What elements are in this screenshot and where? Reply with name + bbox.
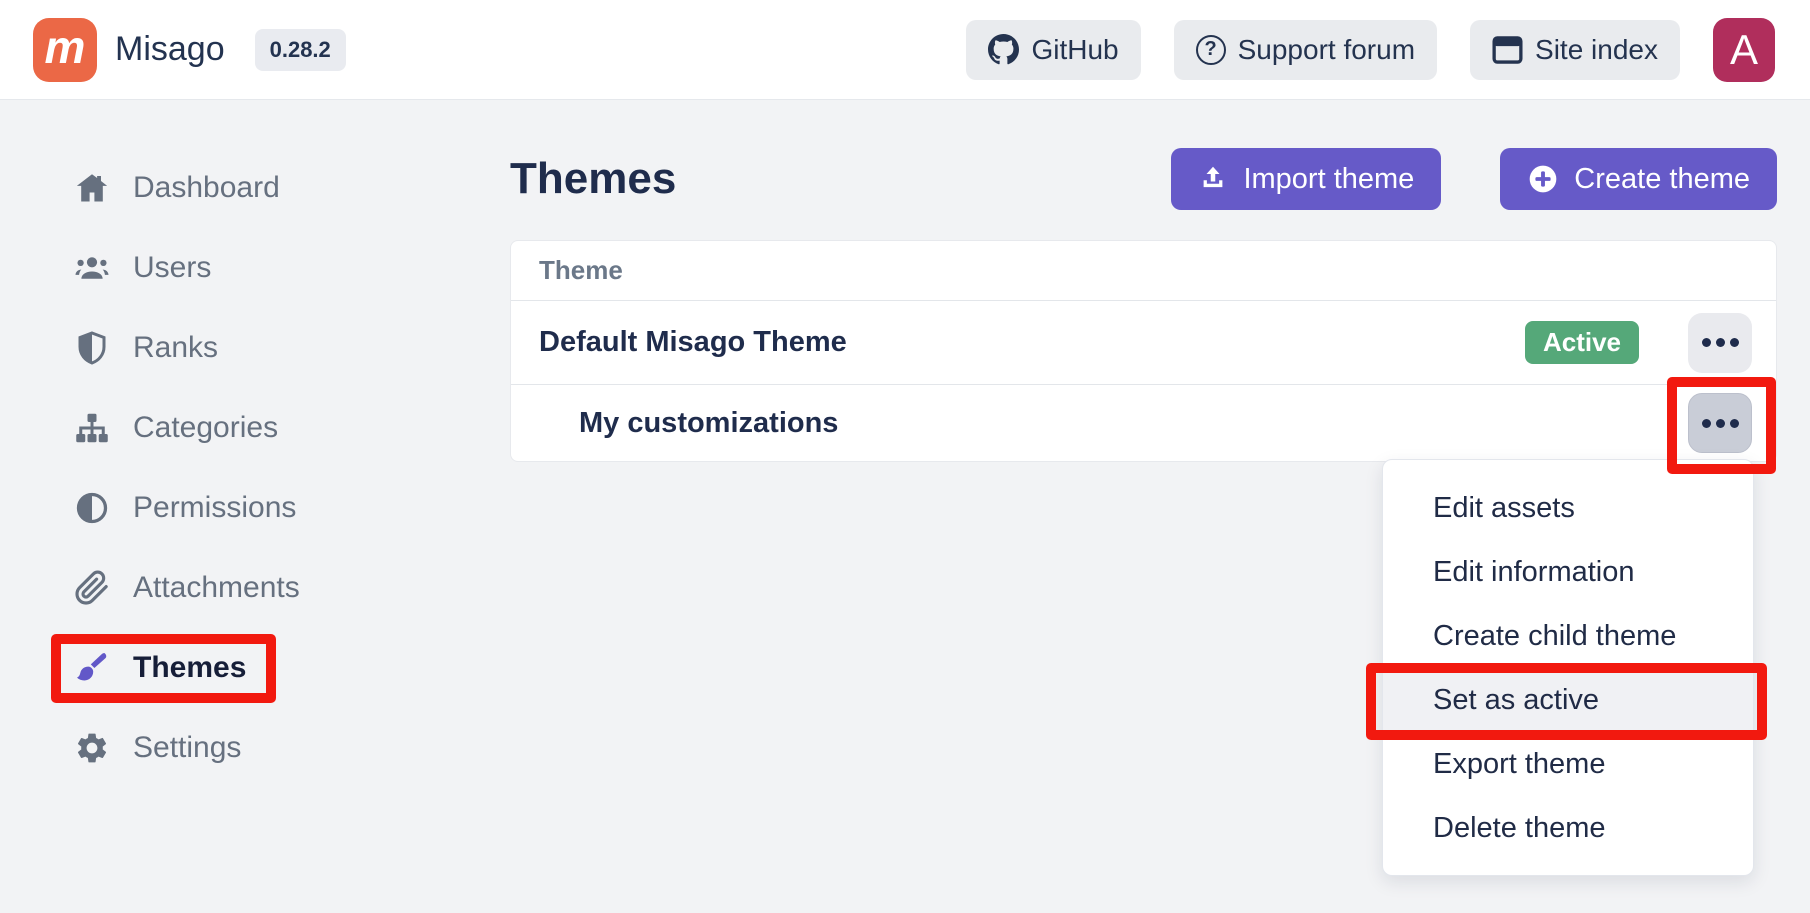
menu-item-edit-information[interactable]: Edit information xyxy=(1383,540,1753,604)
sidebar-item-label: Ranks xyxy=(133,331,218,365)
create-theme-label: Create theme xyxy=(1574,163,1750,196)
import-theme-label: Import theme xyxy=(1243,163,1414,196)
brand-name: Misago xyxy=(115,30,225,69)
sidebar-item-label: Attachments xyxy=(133,571,300,605)
admin-page: m Misago 0.28.2 GitHub ? Support forum S… xyxy=(0,0,1810,913)
sidebar-item-themes[interactable]: Themes xyxy=(0,628,440,708)
sidebar-item-settings[interactable]: Settings xyxy=(0,708,440,788)
support-forum-label: Support forum xyxy=(1238,34,1415,66)
upload-icon xyxy=(1198,164,1228,194)
misago-logo[interactable]: m xyxy=(33,18,97,82)
sidebar-item-label: Categories xyxy=(133,411,278,445)
contrast-icon xyxy=(73,490,111,526)
github-button[interactable]: GitHub xyxy=(966,20,1140,80)
ellipsis-icon xyxy=(1702,338,1711,347)
plus-circle-icon xyxy=(1527,163,1559,195)
logo-letter: m xyxy=(45,20,86,74)
top-navbar: m Misago 0.28.2 GitHub ? Support forum S… xyxy=(0,0,1810,100)
paperclip-icon xyxy=(73,570,111,606)
avatar-letter: A xyxy=(1730,26,1758,74)
theme-context-menu: Edit assets Edit information Create chil… xyxy=(1382,459,1754,876)
sidebar-item-label: Permissions xyxy=(133,491,296,525)
version-badge: 0.28.2 xyxy=(255,29,346,71)
menu-item-set-as-active[interactable]: Set as active xyxy=(1383,668,1753,732)
active-status-badge: Active xyxy=(1525,321,1639,364)
support-forum-button[interactable]: ? Support forum xyxy=(1174,20,1437,80)
theme-column-header: Theme xyxy=(539,255,623,286)
page-title: Themes xyxy=(510,154,676,204)
import-theme-button[interactable]: Import theme xyxy=(1171,148,1441,210)
question-circle-icon: ? xyxy=(1196,35,1226,65)
sidebar-item-categories[interactable]: Categories xyxy=(0,388,440,468)
home-icon xyxy=(73,170,111,206)
sidebar-item-label: Themes xyxy=(133,651,246,685)
sidebar-item-attachments[interactable]: Attachments xyxy=(0,548,440,628)
sitemap-icon xyxy=(73,410,111,446)
theme-name: My customizations xyxy=(539,407,1688,440)
ellipsis-icon xyxy=(1702,419,1711,428)
theme-name: Default Misago Theme xyxy=(539,326,1525,359)
shield-icon xyxy=(73,330,111,366)
sidebar-item-dashboard[interactable]: Dashboard xyxy=(0,148,440,228)
create-theme-button[interactable]: Create theme xyxy=(1500,148,1777,210)
menu-item-export-theme[interactable]: Export theme xyxy=(1383,732,1753,796)
themes-table: Theme Default Misago Theme Active My cus… xyxy=(510,240,1777,462)
gear-icon xyxy=(73,730,111,766)
sidebar-item-label: Dashboard xyxy=(133,171,280,205)
table-row-default-theme: Default Misago Theme Active xyxy=(511,301,1776,385)
github-label: GitHub xyxy=(1031,34,1118,66)
paintbrush-icon xyxy=(73,650,111,686)
sidebar-item-users[interactable]: Users xyxy=(0,228,440,308)
menu-item-create-child-theme[interactable]: Create child theme xyxy=(1383,604,1753,668)
theme-options-button-customizations[interactable] xyxy=(1688,393,1752,453)
table-row-my-customizations: My customizations xyxy=(511,385,1776,461)
github-icon xyxy=(988,34,1019,65)
table-header: Theme xyxy=(511,241,1776,301)
users-icon xyxy=(73,250,111,286)
site-index-button[interactable]: Site index xyxy=(1470,20,1680,80)
site-index-label: Site index xyxy=(1535,34,1658,66)
sidebar-item-permissions[interactable]: Permissions xyxy=(0,468,440,548)
menu-item-delete-theme[interactable]: Delete theme xyxy=(1383,796,1753,860)
navbar-actions: GitHub ? Support forum Site index A xyxy=(966,18,1775,82)
admin-sidebar: Dashboard Users Ranks Categories xyxy=(0,100,440,913)
menu-item-edit-assets[interactable]: Edit assets xyxy=(1383,476,1753,540)
browser-window-icon xyxy=(1492,36,1523,64)
sidebar-item-label: Settings xyxy=(133,731,241,765)
sidebar-item-label: Users xyxy=(133,251,211,285)
sidebar-item-ranks[interactable]: Ranks xyxy=(0,308,440,388)
user-avatar[interactable]: A xyxy=(1713,18,1775,82)
theme-options-button-default[interactable] xyxy=(1688,313,1752,373)
page-actions: Import theme Create theme xyxy=(1171,148,1777,210)
